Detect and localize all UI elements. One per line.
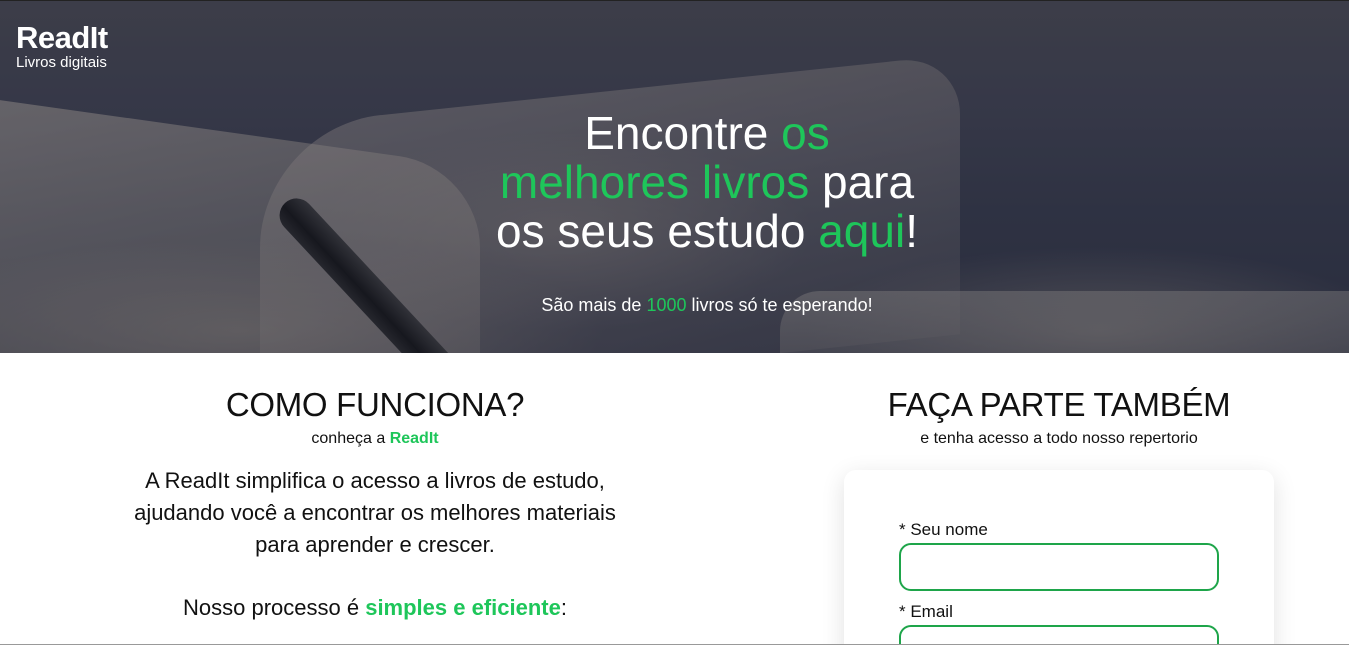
join-section: FAÇA PARTE TAMBÉM e tenha acesso a todo …: [809, 386, 1309, 450]
hero-subtitle: São mais de 1000 livros só te esperando!: [407, 293, 1007, 317]
process-suffix: :: [560, 595, 567, 620]
subtitle-text: São mais de: [541, 295, 647, 315]
signup-form: * Seu nome * Email: [844, 470, 1274, 645]
email-label: * Email: [899, 602, 953, 621]
subtitle-text: livros só te esperando!: [686, 295, 873, 315]
how-it-works-section: COMO FUNCIONA? conheça a ReadIt A ReadIt…: [75, 386, 675, 624]
email-input[interactable]: [899, 625, 1219, 645]
headline-text: Encontre: [584, 107, 782, 159]
subtitle-prefix: conheça a: [311, 430, 390, 447]
hero-headline: Encontre os melhores livros para os seus e…: [407, 109, 1007, 256]
subtitle-brand: ReadIt: [389, 430, 439, 447]
hero-banner: ReadIt Livros digitais Encontre os melhor…: [0, 0, 1349, 353]
logo-title: ReadIt: [16, 20, 108, 55]
name-label: * Seu nome: [899, 520, 988, 539]
process-text: Nosso processo é simples e eficiente:: [75, 592, 675, 624]
join-subtitle: e tenha acesso a todo nosso repertorio: [920, 430, 1198, 447]
headline-text: para: [809, 156, 915, 208]
headline-highlight: os: [781, 107, 830, 159]
logo-tagline: Livros digitais: [16, 54, 107, 71]
logo[interactable]: ReadIt Livros digitais: [16, 21, 108, 72]
process-highlight: simples e eficiente: [365, 595, 561, 620]
name-input[interactable]: [899, 543, 1219, 591]
join-title: FAÇA PARTE TAMBÉM: [887, 386, 1231, 423]
headline-text: !: [905, 205, 918, 257]
book-count: 1000: [646, 295, 687, 315]
headline-highlight: aqui: [818, 205, 906, 257]
how-it-works-title: COMO FUNCIONA?: [225, 386, 525, 423]
how-it-works-description: A ReadIt simplifica o acesso a livros de…: [134, 468, 616, 557]
how-it-works-subtitle: conheça a ReadIt: [75, 428, 675, 450]
headline-text: os seus estudo: [496, 205, 819, 257]
process-prefix: Nosso processo é: [183, 595, 366, 620]
headline-highlight: melhores livros: [499, 156, 810, 208]
